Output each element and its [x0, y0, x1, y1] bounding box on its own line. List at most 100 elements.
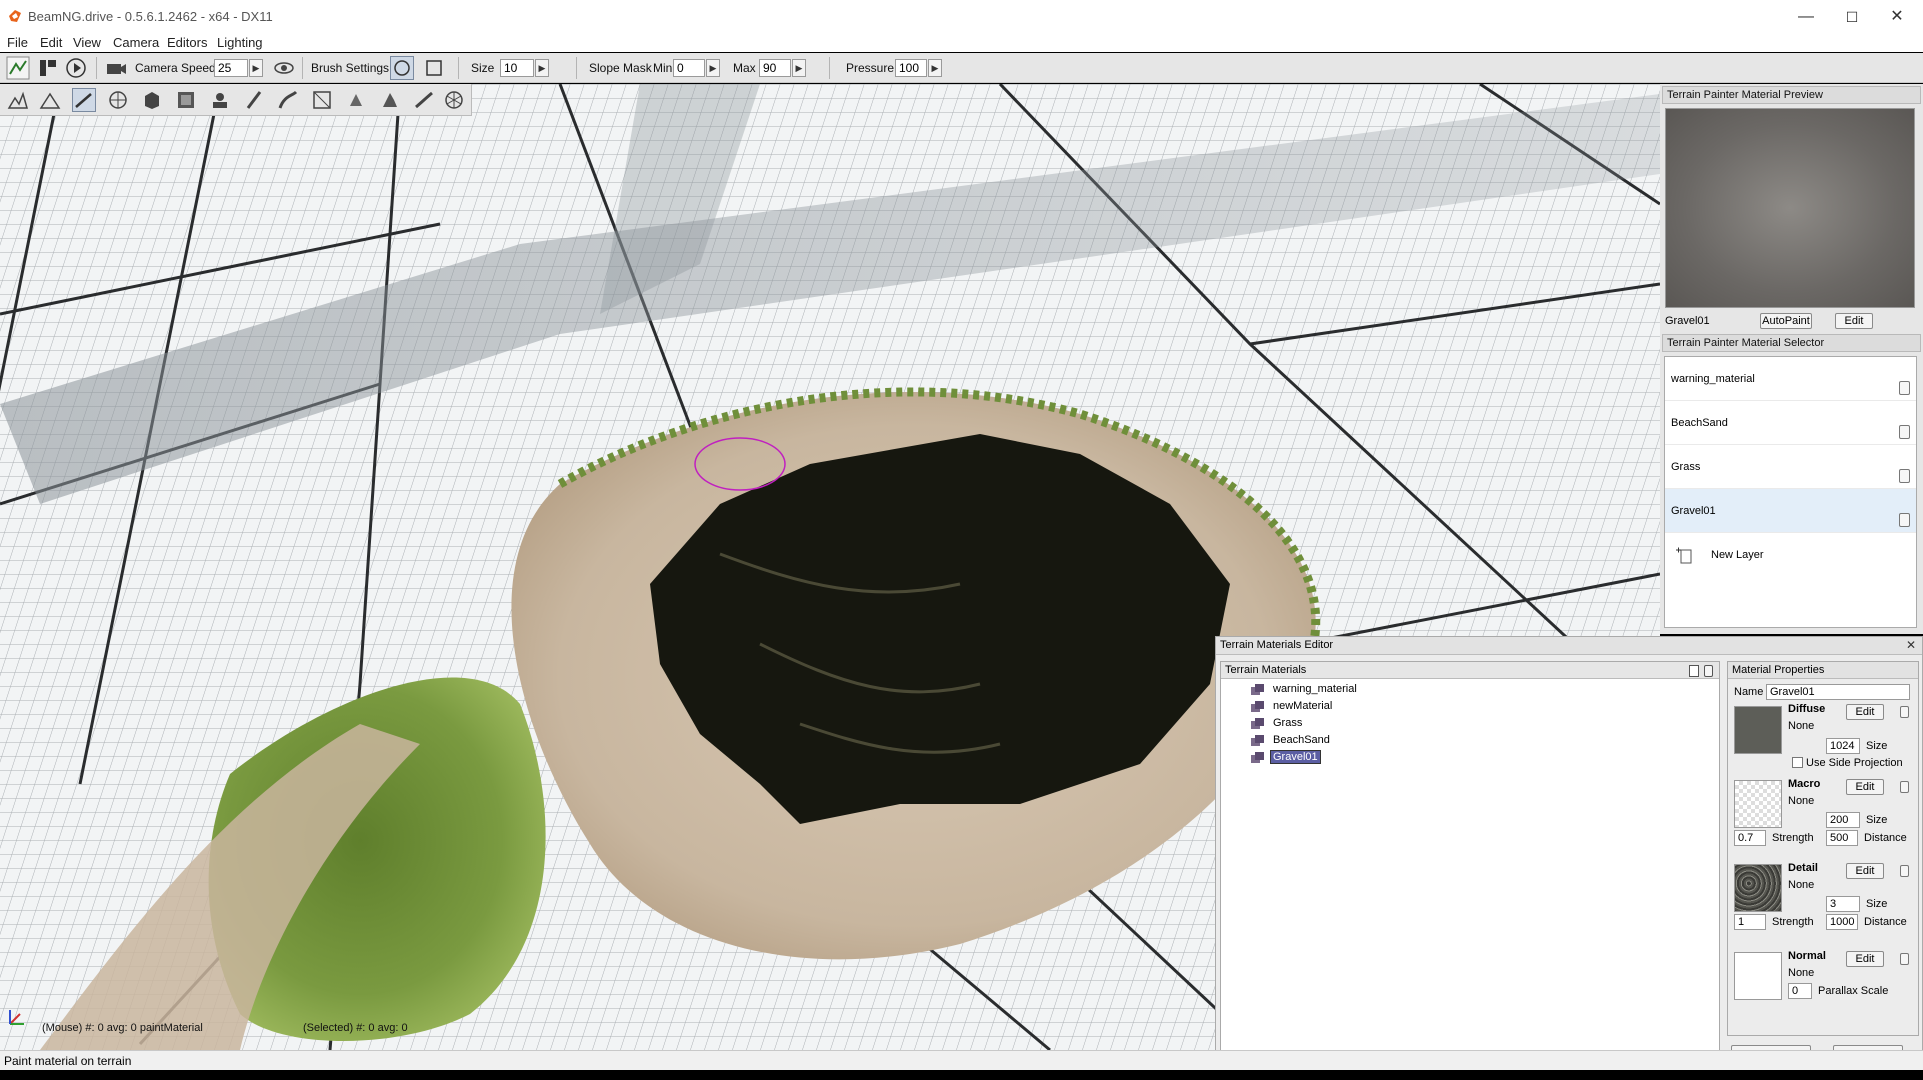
detail-source: None: [1788, 879, 1815, 891]
detail-distance-input[interactable]: 1000: [1826, 914, 1858, 930]
menu-view[interactable]: View: [73, 35, 101, 50]
maximize-button[interactable]: ☐: [1829, 0, 1875, 34]
menu-camera[interactable]: Camera: [113, 35, 159, 50]
macro-thumbnail[interactable]: [1734, 780, 1782, 828]
smooth-slope-icon[interactable]: [276, 88, 300, 112]
trash-icon[interactable]: [1899, 513, 1910, 527]
preview-edit-button[interactable]: Edit: [1835, 313, 1873, 329]
name-input[interactable]: Gravel01: [1766, 684, 1910, 700]
diffuse-source: None: [1788, 720, 1815, 732]
clear-terrain-icon[interactable]: [310, 88, 334, 112]
tree-header: Terrain Materials: [1221, 662, 1719, 679]
layer-label: Gravel01: [1671, 505, 1716, 517]
diffuse-thumbnail[interactable]: [1734, 706, 1782, 754]
material-layer-list: warning_material BeachSand Grass Gravel0…: [1664, 356, 1917, 628]
menu-file[interactable]: File: [7, 35, 28, 50]
tree-title: Terrain Materials: [1225, 664, 1307, 676]
restore-terrain-icon[interactable]: [344, 88, 368, 112]
beamng-logo-icon: [9, 10, 21, 22]
detail-thumbnail[interactable]: [1734, 864, 1782, 912]
menu-editors[interactable]: Editors: [167, 35, 207, 50]
trash-icon[interactable]: [1899, 425, 1910, 439]
pressure-input[interactable]: 100: [895, 59, 927, 77]
delete-material-icon[interactable]: [1704, 665, 1713, 677]
layer-label: Grass: [1671, 461, 1701, 473]
tme-title: Terrain Materials Editor: [1220, 639, 1334, 651]
normal-edit-button[interactable]: Edit: [1846, 951, 1884, 967]
preview-material-name: Gravel01: [1665, 315, 1710, 327]
trash-icon[interactable]: [1899, 469, 1910, 483]
terrain-materials-tree: Terrain Materials warning_material newMa…: [1220, 661, 1720, 1055]
autopaint-button[interactable]: AutoPaint: [1760, 313, 1812, 329]
layer-row-selected[interactable]: Gravel01: [1665, 489, 1916, 533]
camera-speed-arrow[interactable]: ▶: [249, 59, 263, 77]
macro-strength-label: Strength: [1772, 832, 1814, 844]
flatten-icon[interactable]: [174, 88, 198, 112]
status-text: Paint material on terrain: [4, 1054, 132, 1068]
size-input[interactable]: 10: [500, 59, 534, 77]
pressure-arrow[interactable]: ▶: [928, 59, 942, 77]
name-label: Name: [1734, 686, 1764, 698]
alpha-brush-icon[interactable]: [412, 88, 436, 112]
slope-min-input[interactable]: 0: [673, 59, 705, 77]
minimize-button[interactable]: —: [1783, 0, 1829, 34]
camera-icon[interactable]: [104, 56, 128, 80]
material-icon: [1251, 684, 1264, 695]
menu-edit[interactable]: Edit: [40, 35, 62, 50]
menu-lighting[interactable]: Lighting: [217, 35, 263, 50]
brush-square-icon[interactable]: [422, 56, 446, 80]
camera-speed-label: Camera Speed: [135, 61, 216, 75]
detail-strength-input[interactable]: 1: [1734, 914, 1766, 930]
detail-size-input[interactable]: 3: [1826, 896, 1860, 912]
size-arrow[interactable]: ▶: [535, 59, 549, 77]
close-button[interactable]: ✕: [1874, 0, 1920, 34]
material-selector-title: Terrain Painter Material Selector: [1662, 334, 1921, 352]
normal-thumbnail[interactable]: [1734, 952, 1782, 1000]
diffuse-edit-button[interactable]: Edit: [1846, 704, 1884, 720]
set-height-icon[interactable]: [140, 88, 164, 112]
brush-circle-icon[interactable]: [390, 56, 414, 80]
play-icon[interactable]: [64, 56, 88, 80]
detail-edit-button[interactable]: Edit: [1846, 863, 1884, 879]
trash-icon[interactable]: [1900, 953, 1909, 965]
layer-row[interactable]: BeachSand: [1665, 401, 1916, 445]
adjust-height-icon[interactable]: [378, 88, 402, 112]
paint-noise-icon[interactable]: [242, 88, 266, 112]
trash-icon[interactable]: [1900, 865, 1909, 877]
window-title: BeamNG.drive - 0.5.6.1.2462 - x64 - DX11: [28, 9, 273, 24]
terrain-tools-toolbar: [0, 84, 472, 116]
macro-size-input[interactable]: 200: [1826, 812, 1860, 828]
paint-material-icon[interactable]: [72, 88, 96, 112]
raise-height-icon[interactable]: [6, 88, 30, 112]
smooth-height-icon[interactable]: [106, 88, 130, 112]
diffuse-size-input[interactable]: 1024: [1826, 738, 1860, 754]
terrain-mesh-icon[interactable]: [442, 88, 466, 112]
tme-close-button[interactable]: ✕: [1906, 638, 1916, 652]
macro-edit-button[interactable]: Edit: [1846, 779, 1884, 795]
camera-speed-input[interactable]: 25: [214, 59, 248, 77]
slope-max-arrow[interactable]: ▶: [792, 59, 806, 77]
new-layer-button[interactable]: New Layer: [1665, 533, 1916, 577]
selected-readout: (Selected) #: 0 avg: 0: [303, 1022, 408, 1034]
visibility-eye-icon[interactable]: [272, 56, 296, 80]
new-material-icon[interactable]: [1689, 665, 1699, 677]
trash-icon[interactable]: [1900, 781, 1909, 793]
slope-min-arrow[interactable]: ▶: [706, 59, 720, 77]
trash-icon[interactable]: [1900, 706, 1909, 718]
material-selector-panel: Terrain Painter Material Selector warnin…: [1660, 334, 1923, 634]
parallax-scale-input[interactable]: 0: [1788, 983, 1812, 999]
status-bar: Paint material on terrain: [0, 1050, 1923, 1070]
material-preview-panel: Terrain Painter Material Preview Gravel0…: [1660, 84, 1923, 334]
macro-distance-label: Distance: [1864, 832, 1907, 844]
trash-icon[interactable]: [1899, 381, 1910, 395]
layer-row[interactable]: warning_material: [1665, 357, 1916, 401]
macro-strength-input[interactable]: 0.7: [1734, 830, 1766, 846]
noise-icon[interactable]: [208, 88, 232, 112]
gui-editor-icon[interactable]: [36, 56, 60, 80]
world-editor-icon[interactable]: [6, 56, 30, 80]
macro-distance-input[interactable]: 500: [1826, 830, 1858, 846]
side-projection-checkbox[interactable]: [1792, 757, 1803, 768]
lower-height-icon[interactable]: [38, 88, 62, 112]
layer-row[interactable]: Grass: [1665, 445, 1916, 489]
slope-max-input[interactable]: 90: [759, 59, 791, 77]
